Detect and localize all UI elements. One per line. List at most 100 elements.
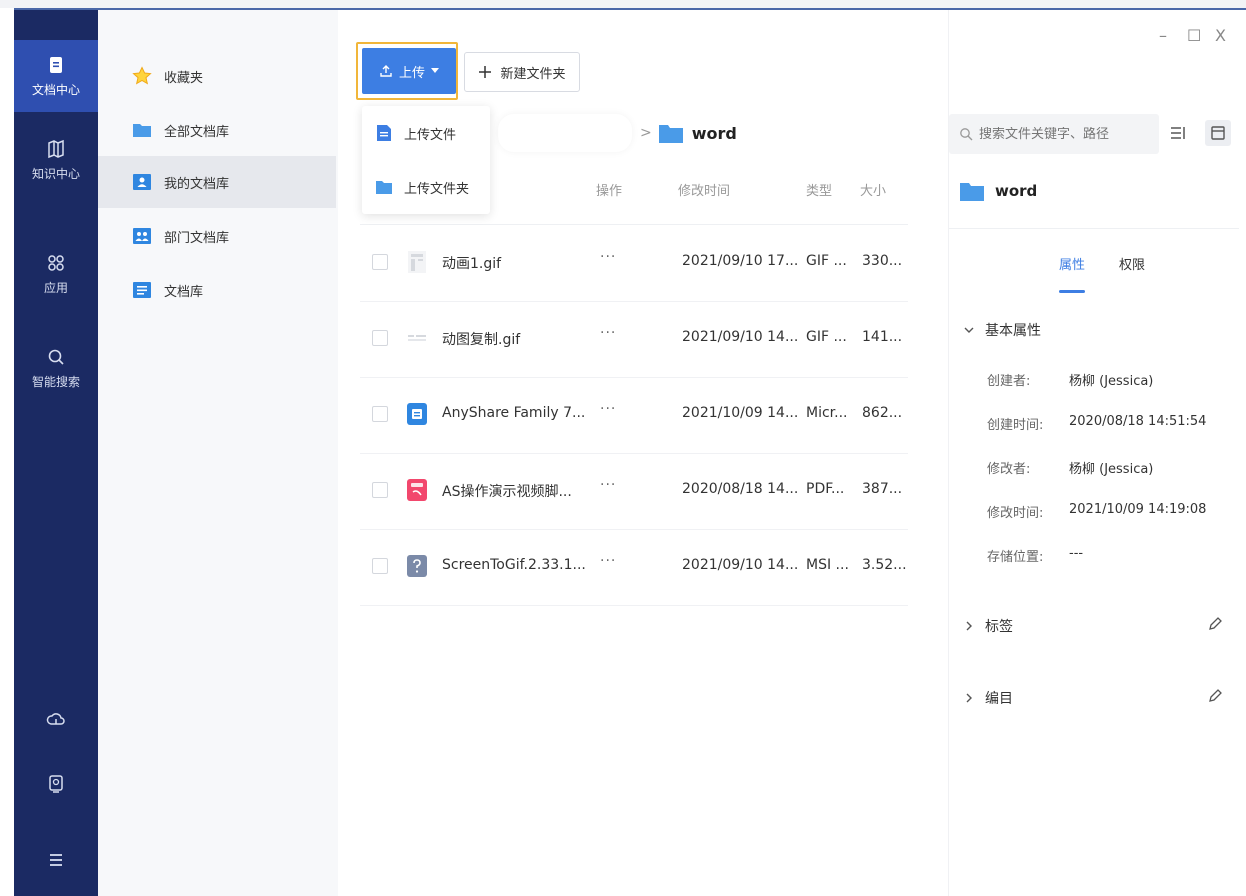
file-size: 330... bbox=[862, 253, 903, 269]
header-type[interactable]: 类型 bbox=[806, 180, 832, 199]
device-icon bbox=[49, 775, 63, 793]
maximize-button[interactable]: ☐ bbox=[1187, 26, 1201, 45]
details-divider bbox=[949, 228, 1239, 229]
table-row[interactable]: 动画1.gif ··· 2021/09/10 17... GIF ... 330… bbox=[360, 226, 908, 302]
folder-icon bbox=[960, 183, 984, 201]
nav-item-document-center[interactable]: 文档中心 bbox=[14, 40, 98, 112]
upload-label: 上传 bbox=[398, 65, 425, 81]
row-checkbox[interactable] bbox=[372, 482, 388, 498]
tab-permissions[interactable]: 权限 bbox=[1119, 254, 1145, 273]
file-name[interactable]: ScreenToGif.2.33.1... bbox=[442, 557, 602, 573]
row-checkbox[interactable] bbox=[372, 254, 388, 270]
more-actions-button[interactable]: ··· bbox=[600, 477, 616, 493]
menu-icon bbox=[50, 854, 62, 866]
library-item-label: 部门文档库 bbox=[164, 230, 230, 246]
library-item-department[interactable]: 部门文档库 bbox=[98, 210, 336, 262]
cloud-button[interactable] bbox=[14, 700, 98, 740]
section-catalog[interactable]: 编目 bbox=[963, 688, 1013, 708]
chevron-right-icon bbox=[966, 621, 972, 631]
row-checkbox[interactable] bbox=[372, 330, 388, 346]
header-size[interactable]: 大小 bbox=[860, 180, 886, 199]
nav-item-label: 应用 bbox=[43, 280, 68, 295]
library-item-label: 全部文档库 bbox=[164, 124, 230, 140]
new-folder-button[interactable]: 新建文件夹 bbox=[464, 52, 580, 92]
pdf-file-icon bbox=[407, 479, 427, 501]
library-item-favorites[interactable]: 收藏夹 bbox=[98, 50, 336, 102]
file-name[interactable]: AS操作演示视频脚... bbox=[442, 481, 602, 501]
breadcrumb-current[interactable]: word bbox=[692, 124, 737, 143]
file-mtime: 2021/10/09 14... bbox=[682, 405, 799, 421]
upload-icon bbox=[380, 65, 392, 77]
section-title: 标签 bbox=[985, 619, 1013, 635]
more-actions-button[interactable]: ··· bbox=[600, 401, 616, 417]
section-tags[interactable]: 标签 bbox=[963, 616, 1013, 636]
more-actions-button[interactable]: ··· bbox=[600, 249, 616, 265]
library-item-all[interactable]: 全部文档库 bbox=[98, 104, 336, 156]
selected-folder-name: word bbox=[995, 182, 1038, 200]
breadcrumb-path-blank[interactable] bbox=[498, 114, 632, 152]
star-icon bbox=[132, 66, 152, 85]
library-item-docs[interactable]: 文档库 bbox=[98, 264, 336, 316]
file-type: PDF... bbox=[806, 481, 845, 497]
row-checkbox[interactable] bbox=[372, 558, 388, 574]
edit-catalog-icon[interactable] bbox=[1207, 688, 1223, 704]
library-item-label: 收藏夹 bbox=[164, 70, 204, 86]
file-size: 3.52... bbox=[862, 557, 907, 573]
file-size: 387... bbox=[862, 481, 903, 497]
table-row[interactable]: AnyShare Family 7... ··· 2021/10/09 14..… bbox=[360, 378, 908, 454]
edit-tags-icon[interactable] bbox=[1207, 616, 1223, 632]
header-mtime[interactable]: 修改时间 bbox=[678, 180, 730, 199]
list-view-icon[interactable] bbox=[1169, 124, 1187, 142]
file-name[interactable]: 动图复制.gif bbox=[442, 329, 602, 349]
library-item-label: 文档库 bbox=[164, 284, 204, 300]
upload-button[interactable]: 上传 bbox=[362, 48, 456, 94]
nav-item-smart-search[interactable]: 智能搜索 bbox=[14, 332, 98, 404]
breadcrumb: > word bbox=[498, 114, 948, 152]
department-library-icon bbox=[133, 228, 151, 244]
close-button[interactable]: X bbox=[1215, 26, 1226, 45]
unknown-file-icon bbox=[407, 555, 427, 577]
new-folder-label: 新建文件夹 bbox=[500, 66, 566, 82]
file-type: GIF ... bbox=[806, 329, 847, 345]
file-name[interactable]: 动画1.gif bbox=[442, 253, 602, 273]
file-mtime: 2020/08/18 14... bbox=[682, 481, 799, 497]
more-actions-button[interactable]: ··· bbox=[600, 325, 616, 341]
nav-rail: 文档中心 知识中心 应用 智能搜索 bbox=[14, 10, 98, 896]
menu-item-label: 上传文件 bbox=[404, 127, 457, 143]
file-mtime: 2021/09/10 17... bbox=[682, 253, 799, 269]
search-input[interactable] bbox=[979, 126, 1149, 142]
prop-label: 修改时间: bbox=[987, 506, 1044, 521]
nav-item-knowledge-center[interactable]: 知识中心 bbox=[14, 124, 98, 196]
prop-created-time: 创建时间: 2020/08/18 14:51:54 bbox=[987, 414, 1206, 433]
active-tab-indicator bbox=[1059, 290, 1085, 293]
file-mtime: 2021/09/10 14... bbox=[682, 557, 799, 573]
menu-item-upload-file[interactable]: 上传文件 bbox=[362, 106, 490, 160]
upload-highlight: 上传 bbox=[356, 42, 458, 100]
minimize-button[interactable]: – bbox=[1159, 26, 1167, 45]
chevron-right-icon bbox=[966, 693, 972, 703]
tab-properties[interactable]: 属性 bbox=[1059, 254, 1085, 273]
prop-label: 创建时间: bbox=[987, 418, 1044, 433]
library-item-mine[interactable]: 我的文档库 bbox=[98, 156, 336, 208]
section-basic-properties[interactable]: 基本属性 bbox=[963, 320, 1041, 340]
file-type: MSI ... bbox=[806, 557, 849, 573]
more-actions-button[interactable]: ··· bbox=[600, 553, 616, 569]
table-row[interactable]: 动图复制.gif ··· 2021/09/10 14... GIF ... 14… bbox=[360, 302, 908, 378]
device-button[interactable] bbox=[14, 764, 98, 804]
header-ops: 操作 bbox=[596, 184, 623, 199]
nav-item-apps[interactable]: 应用 bbox=[14, 238, 98, 310]
table-row[interactable]: ScreenToGif.2.33.1... ··· 2021/09/10 14.… bbox=[360, 530, 908, 606]
search-box bbox=[949, 114, 1159, 154]
row-checkbox[interactable] bbox=[372, 406, 388, 422]
library-item-label: 我的文档库 bbox=[164, 176, 230, 192]
user-library-icon bbox=[133, 174, 151, 190]
menu-item-upload-folder[interactable]: 上传文件夹 bbox=[362, 160, 490, 214]
prop-label: 修改者: bbox=[987, 462, 1031, 477]
prop-label: 创建者: bbox=[987, 374, 1031, 389]
file-name[interactable]: AnyShare Family 7... bbox=[442, 405, 602, 421]
file-size: 141... bbox=[862, 329, 903, 345]
main-menu-button[interactable] bbox=[14, 840, 98, 880]
detail-panel-toggle[interactable] bbox=[1205, 120, 1231, 146]
chevron-down-icon bbox=[964, 327, 974, 333]
table-row[interactable]: AS操作演示视频脚... ··· 2020/08/18 14... PDF...… bbox=[360, 454, 908, 530]
